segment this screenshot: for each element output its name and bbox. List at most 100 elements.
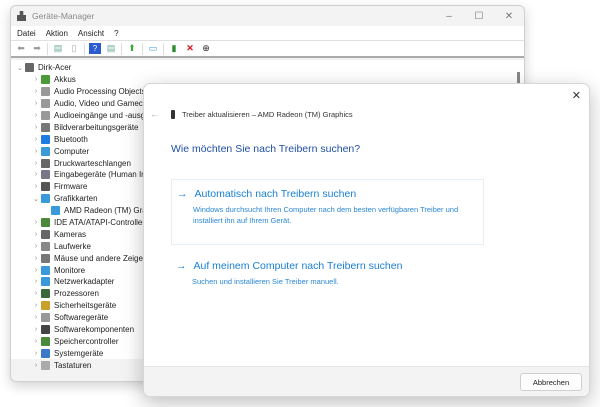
view-icon[interactable]: ▤ bbox=[105, 43, 117, 54]
chevron-right-icon[interactable]: › bbox=[31, 302, 41, 309]
device-category-icon bbox=[41, 265, 50, 275]
tree-item-label: Softwaregeräte bbox=[54, 313, 109, 323]
chevron-right-icon[interactable]: › bbox=[31, 136, 41, 143]
computer-icon bbox=[25, 63, 34, 73]
add-driver-icon[interactable]: ▮ bbox=[168, 43, 180, 54]
manual-search-option[interactable]: → Auf meinem Computer nach Treibern suche… bbox=[171, 252, 484, 287]
chevron-right-icon[interactable]: › bbox=[31, 183, 41, 190]
back-icon[interactable]: ⬅ bbox=[15, 43, 27, 54]
chevron-right-icon[interactable]: › bbox=[31, 362, 41, 369]
device-category-icon bbox=[41, 325, 50, 335]
tree-item-label: Monitore bbox=[54, 265, 86, 275]
chevron-right-icon[interactable]: › bbox=[31, 243, 41, 250]
device-category-icon bbox=[41, 348, 50, 358]
tree-item-label: Softwarekomponenten bbox=[54, 325, 135, 335]
chevron-down-icon[interactable]: ⌄ bbox=[31, 195, 41, 203]
tree-root[interactable]: ⌄ Dirk-Acer bbox=[11, 62, 524, 74]
uninstall-icon[interactable]: ✕ bbox=[184, 43, 196, 54]
tree-item-label: Mäuse und andere Zeigeg bbox=[54, 253, 148, 263]
tree-item-label: Laufwerke bbox=[54, 241, 91, 251]
tree-item-label: Druckwarteschlangen bbox=[54, 158, 131, 168]
option1-desc: Windows durchsucht Ihren Computer nach d… bbox=[193, 205, 459, 225]
maximize-button[interactable]: ☐ bbox=[464, 6, 494, 26]
dialog-question: Wie möchten Sie nach Treibern suchen? bbox=[171, 143, 361, 155]
tree-item-label: Bluetooth bbox=[54, 134, 88, 144]
chevron-right-icon[interactable]: › bbox=[31, 76, 41, 83]
auto-search-option[interactable]: → Automatisch nach Treibern suchen Window… bbox=[171, 179, 484, 245]
chevron-right-icon[interactable]: › bbox=[31, 100, 41, 107]
device-category-icon bbox=[41, 99, 50, 109]
forward-icon[interactable]: ➡ bbox=[31, 43, 43, 54]
chevron-right-icon[interactable]: › bbox=[31, 267, 41, 274]
chevron-right-icon[interactable]: › bbox=[31, 314, 41, 321]
cancel-button[interactable]: Abbrechen bbox=[520, 373, 582, 391]
dialog-close-button[interactable]: ✕ bbox=[572, 89, 581, 102]
chevron-right-icon[interactable]: › bbox=[31, 278, 41, 285]
chevron-right-icon[interactable]: › bbox=[31, 112, 41, 119]
tree-item-label: Eingabegeräte (Human Int bbox=[54, 170, 148, 180]
chevron-right-icon[interactable]: › bbox=[31, 350, 41, 357]
chevron-right-icon[interactable]: › bbox=[31, 88, 41, 95]
chevron-right-icon[interactable]: › bbox=[31, 255, 41, 262]
gpu-icon bbox=[171, 109, 175, 119]
tree-item-label: AMD Radeon (TM) Gra bbox=[64, 206, 147, 216]
properties-icon[interactable]: ▯ bbox=[68, 43, 80, 54]
device-manager-icon bbox=[17, 11, 26, 21]
toolbar: ⬅ ➡ ▤ ▯ ? ▤ ⬆ ▭ ▮ ✕ ⊕ bbox=[11, 41, 524, 58]
help-icon[interactable]: ? bbox=[89, 43, 101, 54]
tree-item-label: Tastaturen bbox=[54, 360, 92, 370]
chevron-right-icon[interactable]: › bbox=[31, 171, 41, 178]
device-category-icon bbox=[41, 87, 50, 97]
tree-item-label: Computer bbox=[54, 146, 90, 156]
menu-ansicht[interactable]: Ansicht bbox=[78, 29, 104, 38]
tree-item-label: Systemgeräte bbox=[54, 348, 104, 358]
device-category-icon bbox=[41, 170, 50, 180]
device-category-icon bbox=[41, 229, 50, 239]
tree-item-label: Bildverarbeitungsgeräte bbox=[54, 122, 139, 132]
device-category-icon bbox=[51, 206, 60, 216]
device-category-icon bbox=[41, 134, 50, 144]
option2-desc: Suchen und installieren Sie Treiber manu… bbox=[192, 277, 339, 286]
device-category-icon bbox=[41, 194, 50, 204]
device-category-icon bbox=[41, 146, 50, 156]
back-arrow-icon[interactable]: ← bbox=[150, 109, 159, 119]
menu-help[interactable]: ? bbox=[114, 29, 118, 38]
device-category-icon bbox=[41, 289, 50, 299]
option2-title: Auf meinem Computer nach Treibern suchen bbox=[193, 260, 403, 272]
chevron-right-icon[interactable]: › bbox=[31, 124, 41, 131]
menu-aktion[interactable]: Aktion bbox=[46, 29, 68, 38]
disable-device-icon[interactable]: ⊕ bbox=[200, 43, 212, 54]
minimize-button[interactable]: – bbox=[434, 6, 464, 26]
chevron-right-icon[interactable]: › bbox=[31, 338, 41, 345]
chevron-right-icon[interactable]: › bbox=[31, 326, 41, 333]
device-category-icon bbox=[41, 253, 50, 263]
tree-item-label: Audio, Video und Gameco bbox=[54, 99, 148, 109]
tree-item-label: IDE ATA/ATAPI-Controller bbox=[54, 218, 145, 228]
update-driver-icon[interactable]: ⬆ bbox=[126, 43, 138, 54]
chevron-down-icon[interactable]: ⌄ bbox=[15, 64, 25, 72]
menu-datei[interactable]: Datei bbox=[17, 29, 36, 38]
title-bar: Geräte-Manager – ☐ ✕ bbox=[11, 6, 524, 26]
tree-item-label: Firmware bbox=[54, 182, 88, 192]
device-category-icon bbox=[41, 336, 50, 346]
close-button[interactable]: ✕ bbox=[494, 6, 524, 26]
chevron-right-icon[interactable]: › bbox=[31, 160, 41, 167]
tree-item-label: Akkus bbox=[54, 75, 76, 85]
root-label: Dirk-Acer bbox=[38, 63, 72, 73]
tree-item-label: Audioeingänge und -ausg bbox=[54, 111, 146, 120]
chevron-right-icon[interactable]: › bbox=[31, 231, 41, 238]
device-category-icon bbox=[41, 241, 50, 251]
arrow-right-icon: → bbox=[176, 260, 187, 272]
device-category-icon bbox=[41, 182, 50, 192]
tree-item-label: Prozessoren bbox=[54, 289, 99, 299]
scan-hardware-icon[interactable]: ▭ bbox=[147, 43, 159, 54]
tree-item-label: Netzwerkadapter bbox=[54, 277, 115, 287]
show-hide-tree-icon[interactable]: ▤ bbox=[52, 43, 64, 54]
chevron-right-icon[interactable]: › bbox=[31, 148, 41, 155]
device-category-icon bbox=[41, 360, 50, 370]
chevron-right-icon[interactable]: › bbox=[31, 290, 41, 297]
chevron-right-icon[interactable]: › bbox=[31, 219, 41, 226]
tree-item-label: Kameras bbox=[54, 229, 87, 239]
device-category-icon bbox=[41, 75, 50, 85]
option1-title: Automatisch nach Treibern suchen bbox=[194, 188, 357, 200]
